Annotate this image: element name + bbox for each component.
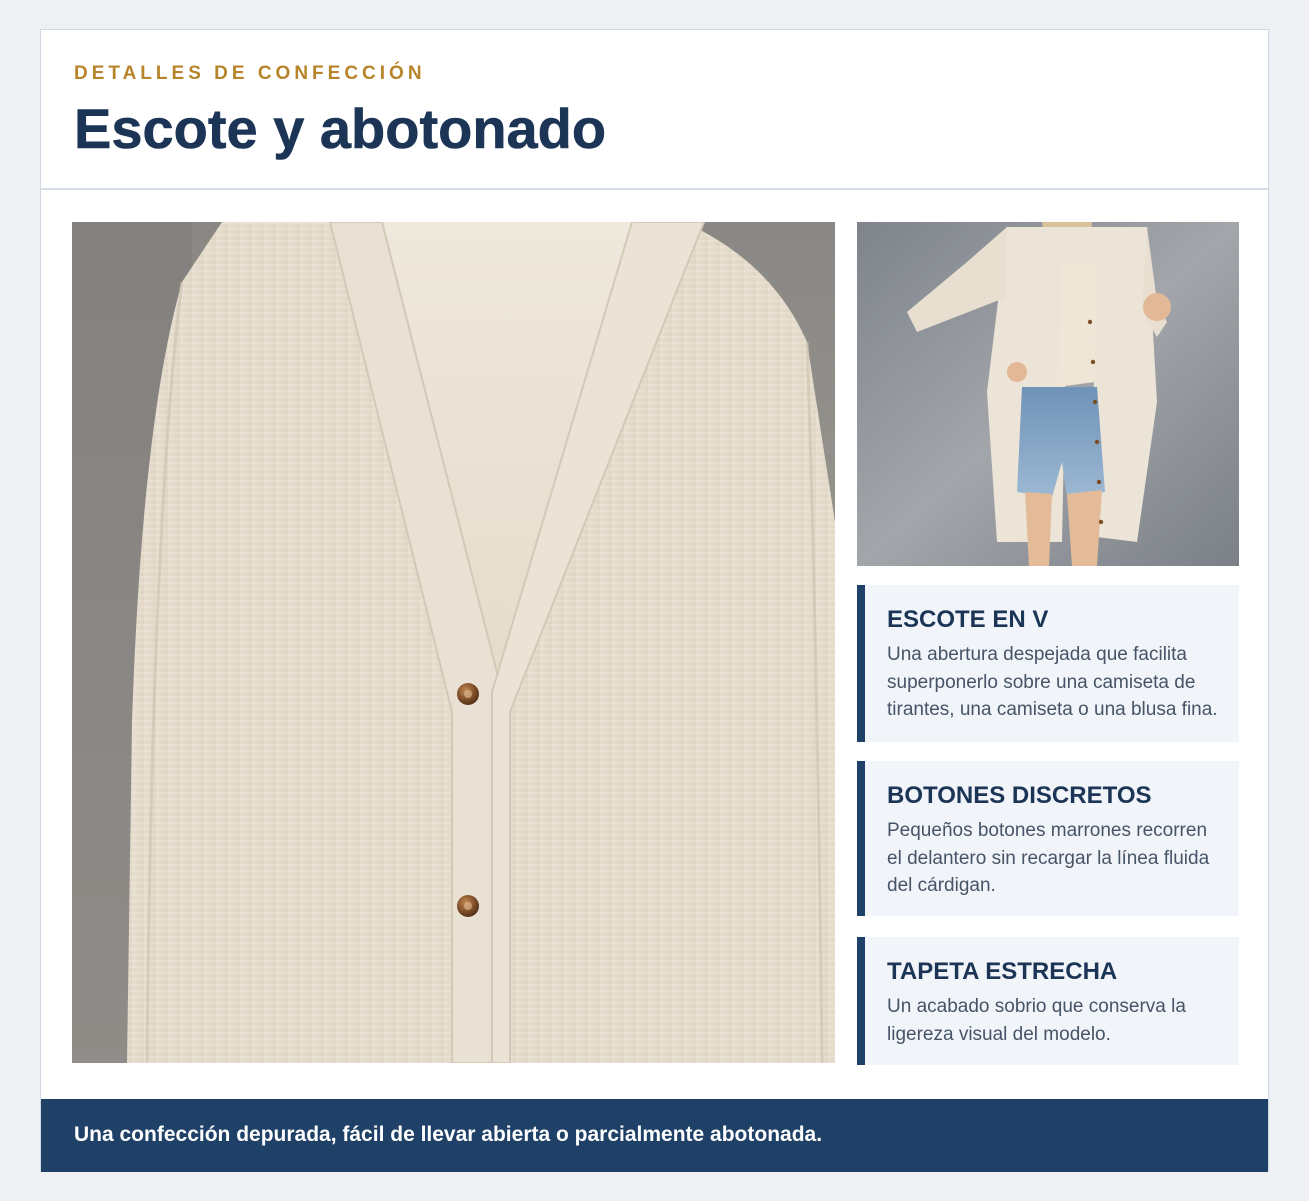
feature-description: Pequeños botones marrones recorren el de… — [887, 820, 1210, 896]
header: DETALLES DE CONFECCIÓN Escote y abotonad… — [41, 30, 1268, 190]
feature-title: BOTONES DISCRETOS — [887, 782, 1152, 809]
page-title: Escote y abotonado — [74, 97, 607, 161]
feature-card-v-neck: ESCOTE EN V Una abertura despejada que f… — [857, 585, 1239, 742]
product-detail-card: DETALLES DE CONFECCIÓN Escote y abotonad… — [40, 29, 1269, 1172]
feature-description: Una abertura despejada que facilita supe… — [887, 644, 1218, 720]
feature-card-buttons: BOTONES DISCRETOS Pequeños botones marro… — [857, 761, 1239, 916]
footer-text: Una confección depurada, fácil de llevar… — [74, 1123, 823, 1146]
feature-title: ESCOTE EN V — [887, 606, 1049, 633]
feature-description: Un acabado sobrio que conserva la ligere… — [887, 996, 1186, 1045]
feature-card-placket: TAPETA ESTRECHA Un acabado sobrio que co… — [857, 937, 1239, 1065]
eyebrow-label: DETALLES DE CONFECCIÓN — [74, 63, 426, 84]
feature-title: TAPETA ESTRECHA — [887, 958, 1118, 985]
footer-banner: Una confección depurada, fácil de llevar… — [41, 1099, 1268, 1172]
model-wearing-cardigan-image — [857, 222, 1239, 566]
cardigan-closeup-image — [72, 222, 835, 1063]
